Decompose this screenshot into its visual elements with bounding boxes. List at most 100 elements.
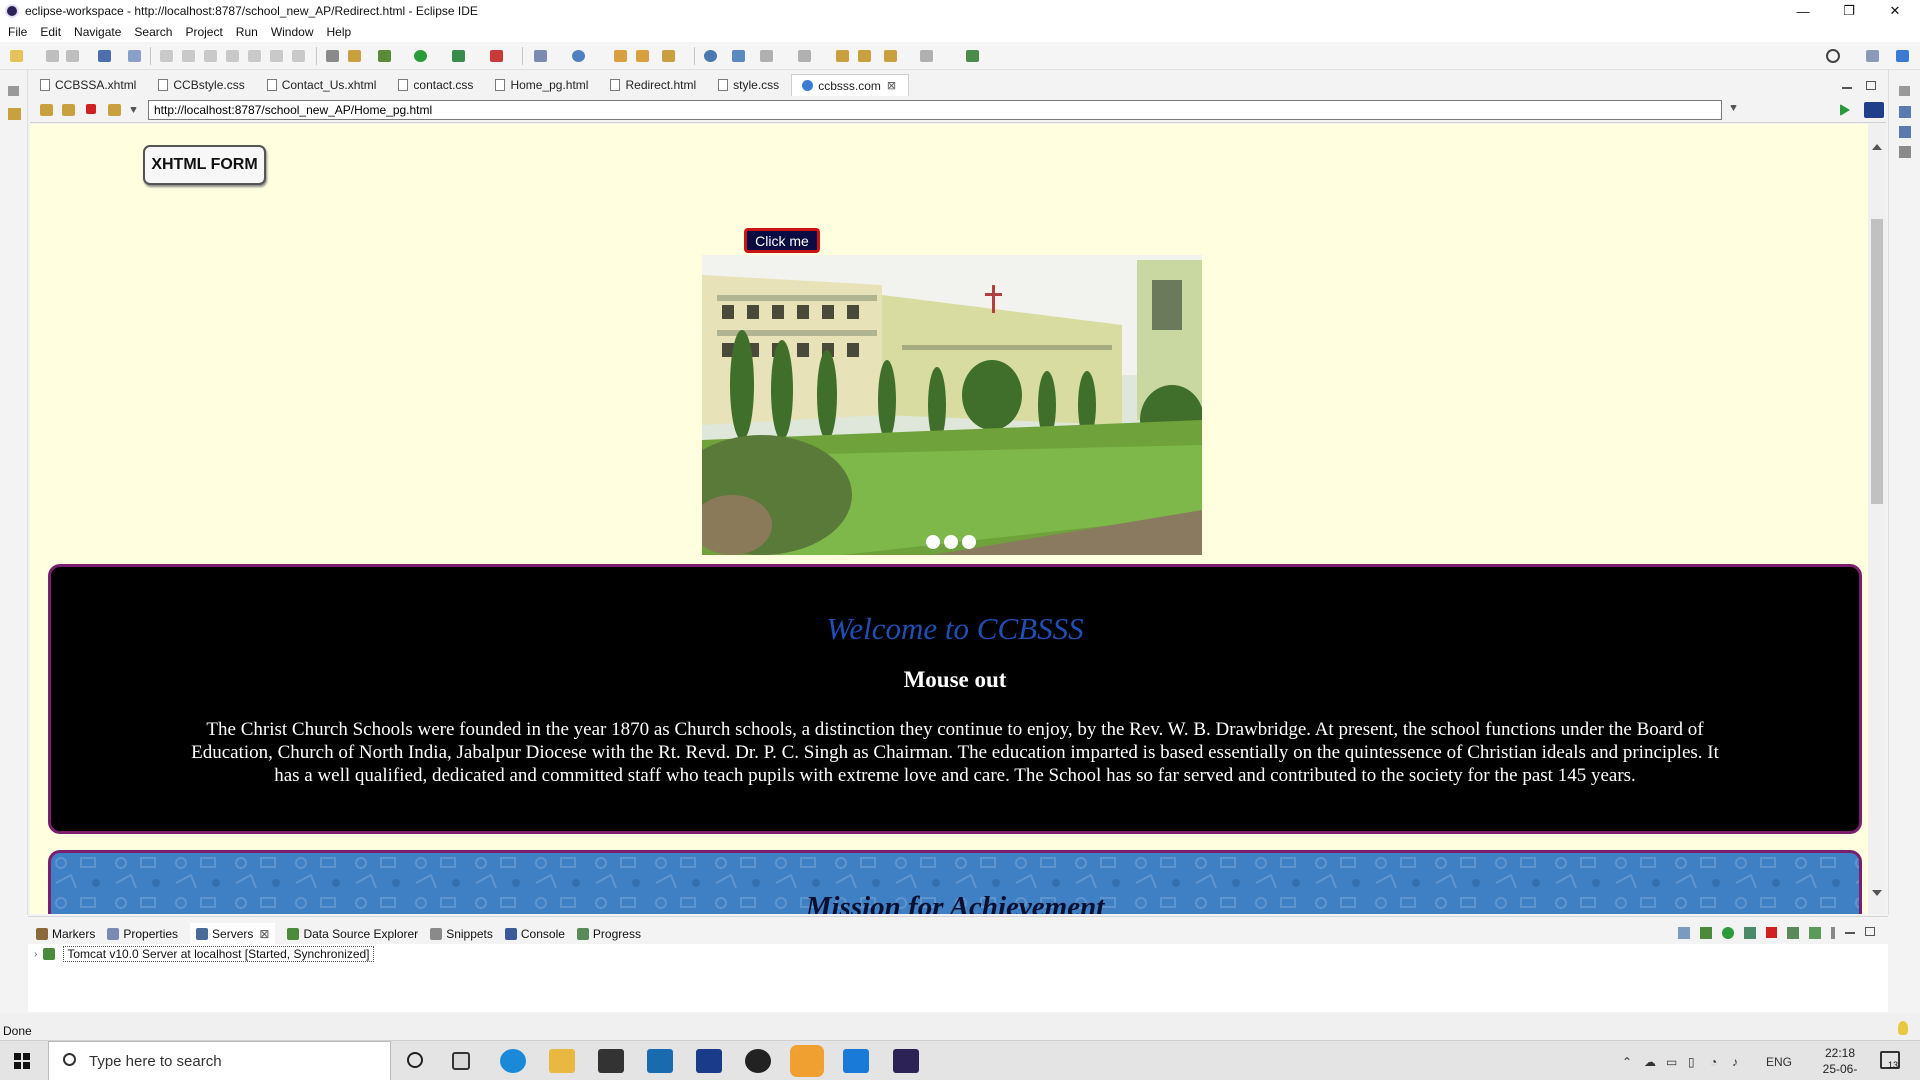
- tab-progress[interactable]: Progress: [576, 927, 641, 941]
- open-perspective-icon[interactable]: [1866, 50, 1879, 62]
- notification-center-icon[interactable]: 13: [1880, 1051, 1900, 1070]
- edge-icon[interactable]: [500, 1049, 526, 1073]
- step-over-icon[interactable]: [270, 50, 283, 62]
- click-me-button[interactable]: Click me: [744, 228, 820, 253]
- volume-icon[interactable]: ♪: [1732, 1055, 1738, 1069]
- outline-icon[interactable]: [1899, 106, 1911, 118]
- restore-icon[interactable]: [8, 86, 19, 96]
- pen-icon[interactable]: [662, 50, 675, 62]
- language-indicator[interactable]: ENG: [1766, 1055, 1792, 1069]
- tab-properties[interactable]: Properties: [107, 927, 178, 941]
- disconnect-icon[interactable]: [226, 50, 239, 62]
- save-icon[interactable]: [46, 50, 59, 62]
- azure-icon[interactable]: [696, 1049, 722, 1073]
- step-into-icon[interactable]: [248, 50, 261, 62]
- debug-server-icon[interactable]: [1700, 927, 1712, 939]
- disconnect-icon[interactable]: [1809, 927, 1821, 939]
- start-server-icon[interactable]: [1722, 927, 1734, 939]
- slide-dot[interactable]: [926, 535, 940, 549]
- taskbar-search-box[interactable]: Type here to search: [48, 1041, 391, 1080]
- tab-data-source-explorer[interactable]: Data Source Explorer: [287, 927, 418, 941]
- step-return-icon[interactable]: [292, 50, 305, 62]
- xbox-icon[interactable]: [745, 1049, 771, 1073]
- search-icon[interactable]: [1826, 49, 1840, 63]
- last-edit-icon[interactable]: [836, 50, 849, 62]
- browser-forward-icon[interactable]: [62, 104, 75, 116]
- task-view-icon[interactable]: [452, 1052, 470, 1070]
- stop-server-icon[interactable]: [1766, 927, 1777, 938]
- menu-edit[interactable]: Edit: [40, 25, 61, 39]
- coverage-icon[interactable]: [452, 50, 465, 62]
- web-view-scrollbar[interactable]: [1868, 124, 1886, 914]
- chevron-right-icon[interactable]: ›: [34, 949, 37, 960]
- refresh-icon[interactable]: [108, 104, 121, 116]
- external-tools-icon[interactable]: [490, 50, 503, 62]
- slide-dot[interactable]: [944, 535, 958, 549]
- menu-window[interactable]: Window: [271, 25, 314, 39]
- run-icon[interactable]: [414, 50, 427, 62]
- mail-icon[interactable]: [647, 1049, 673, 1073]
- windows-start-icon[interactable]: [14, 1053, 30, 1069]
- publish-icon[interactable]: [1787, 927, 1799, 939]
- restore-icon[interactable]: [1899, 86, 1910, 96]
- battery-icon[interactable]: ▭: [1666, 1055, 1677, 1069]
- forward-edit-icon[interactable]: [858, 50, 871, 62]
- profile-server-icon[interactable]: [1744, 927, 1756, 939]
- minimize-editor-icon[interactable]: [1842, 87, 1852, 89]
- menu-run[interactable]: Run: [236, 25, 258, 39]
- terminal-icon[interactable]: [98, 50, 111, 62]
- mark-occurrences-icon[interactable]: [348, 50, 361, 62]
- scroll-up-icon[interactable]: [1872, 144, 1882, 150]
- menu-help[interactable]: Help: [327, 25, 352, 39]
- search-file-icon[interactable]: [128, 50, 141, 62]
- browser-back-icon[interactable]: [40, 104, 53, 116]
- go-icon[interactable]: [1840, 104, 1850, 116]
- tab-contact-css[interactable]: contact.css: [388, 74, 485, 96]
- tab-servers[interactable]: Servers ⊠: [190, 922, 276, 945]
- chevron-down-icon[interactable]: [130, 107, 137, 113]
- tab-ccbssa-xhtml[interactable]: CCBSSA.xhtml: [30, 74, 148, 96]
- url-input[interactable]: [148, 100, 1722, 120]
- globe-icon[interactable]: [704, 50, 717, 62]
- minimize-button[interactable]: —: [1780, 0, 1826, 22]
- toggle-icon[interactable]: [326, 50, 339, 62]
- tab-snippets[interactable]: Snippets: [430, 927, 493, 941]
- maximize-editor-icon[interactable]: [1866, 81, 1876, 90]
- lightbulb-icon[interactable]: [1898, 1021, 1908, 1035]
- tab-markers[interactable]: Markers: [36, 927, 95, 941]
- open-resource-icon[interactable]: [636, 50, 649, 62]
- url-history-icon[interactable]: [1730, 105, 1737, 111]
- tab-redirect-html[interactable]: Redirect.html: [600, 74, 708, 96]
- cortana-icon[interactable]: [407, 1052, 423, 1068]
- save-all-icon[interactable]: [66, 50, 79, 62]
- collapse-all-icon[interactable]: [1678, 927, 1690, 939]
- scroll-down-icon[interactable]: [1872, 890, 1882, 896]
- minimize-panel-icon[interactable]: [1845, 932, 1855, 934]
- chevron-up-icon[interactable]: ⌃: [1622, 1055, 1632, 1069]
- device-icon[interactable]: ▯: [1688, 1055, 1695, 1069]
- eclipse-icon[interactable]: [893, 1049, 919, 1073]
- suspend-icon[interactable]: [182, 50, 195, 62]
- screenshot-tool-icon[interactable]: [790, 1045, 824, 1077]
- xhtml-form-button[interactable]: XHTML FORM: [143, 145, 266, 185]
- server-tree-row[interactable]: › Tomcat v10.0 Server at localhost [Star…: [34, 946, 374, 962]
- new-server-icon[interactable]: [534, 50, 547, 62]
- project-explorer-icon[interactable]: [8, 108, 21, 120]
- onedrive-icon[interactable]: ☁: [1644, 1055, 1656, 1069]
- previous-annotation-icon[interactable]: [798, 50, 811, 62]
- tab-close-icon[interactable]: ⊠: [887, 79, 896, 92]
- vscode-icon[interactable]: [843, 1049, 869, 1073]
- search-icon[interactable]: [732, 50, 745, 62]
- tab-style-css[interactable]: style.css: [708, 74, 791, 96]
- view-menu-icon[interactable]: [1831, 927, 1835, 939]
- new-web-icon[interactable]: [572, 50, 585, 62]
- palette-icon[interactable]: [1899, 146, 1911, 158]
- network-icon[interactable]: ◔: [1710, 1055, 1717, 1069]
- close-button[interactable]: ✕: [1872, 0, 1918, 22]
- menu-file[interactable]: File: [8, 25, 27, 39]
- open-type-icon[interactable]: [614, 50, 627, 62]
- task-list-icon[interactable]: [1899, 126, 1911, 138]
- tab-close-icon[interactable]: ⊠: [259, 927, 269, 941]
- tab-ccbsss-com[interactable]: ccbsss.com ⊠: [791, 74, 910, 96]
- menu-search[interactable]: Search: [134, 25, 172, 39]
